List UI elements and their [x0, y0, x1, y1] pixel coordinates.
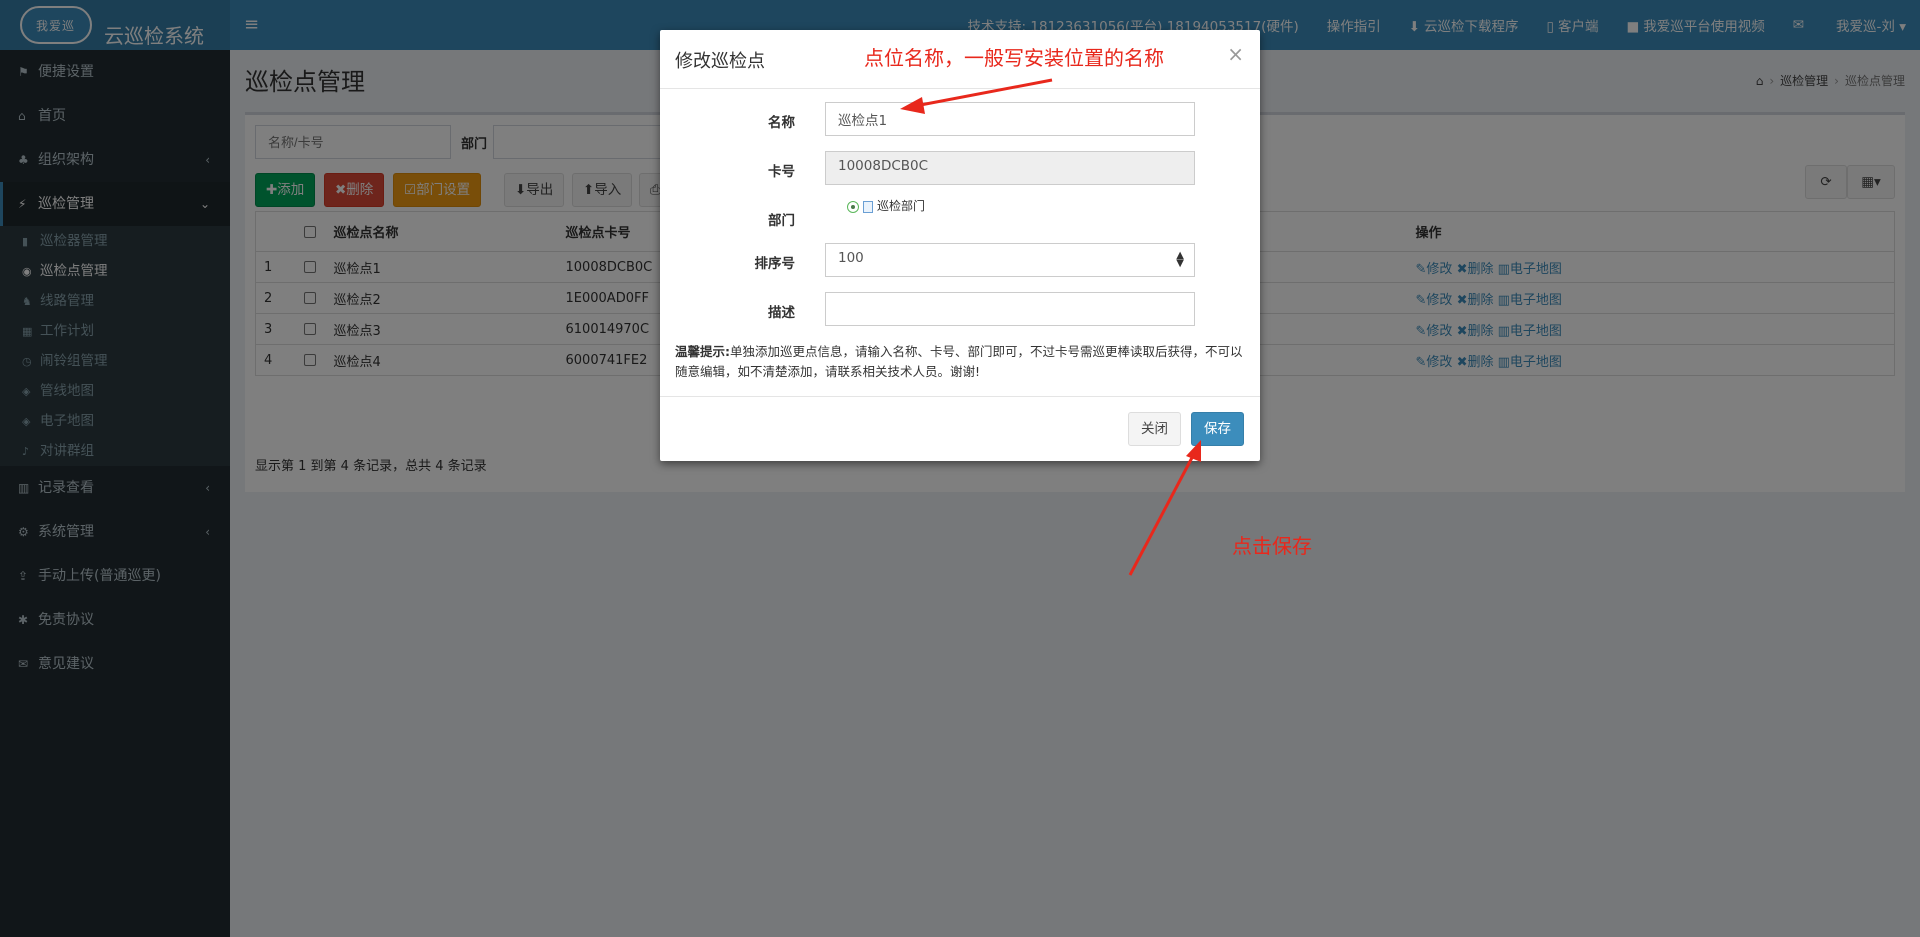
name-input[interactable]: 巡检点1	[825, 102, 1195, 136]
order-row: 排序号 100 ▲ ▼	[660, 243, 1260, 277]
dept-label: 部门	[768, 213, 795, 229]
close-button[interactable]: 关闭	[1128, 412, 1181, 446]
order-label: 排序号	[754, 256, 796, 272]
save-button[interactable]: 保存	[1191, 412, 1244, 446]
warm-tip: 温馨提示:单独添加巡更点信息，请输入名称、卡号、部门即可，不过卡号需巡更棒读取后…	[675, 342, 1245, 382]
modal-footer: 关闭 保存	[660, 396, 1260, 461]
name-row: 名称 巡检点1	[660, 102, 1260, 136]
annotation-save-hint: 点击保存	[1232, 534, 1312, 558]
card-label: 卡号	[768, 164, 795, 180]
card-input[interactable]: 10008DCB0C	[825, 151, 1195, 185]
edit-point-modal: 修改巡检点 × 名称 巡检点1 卡号 10008DCB0C 部门 巡检部门 排序…	[660, 30, 1260, 461]
dept-row: 部门 巡检部门	[660, 197, 1260, 234]
order-value: 100	[838, 250, 864, 266]
annotation-name-hint: 点位名称，一般写安装位置的名称	[864, 46, 1164, 70]
tip-title: 温馨提示:	[675, 344, 730, 359]
order-input[interactable]: 100 ▲ ▼	[825, 243, 1195, 277]
dept-tree-node-label[interactable]: 巡检部门	[877, 199, 925, 213]
close-icon[interactable]: ×	[1227, 42, 1244, 66]
tip-text: 单独添加巡更点信息，请输入名称、卡号、部门即可，不过卡号需巡更棒读取后获得，不可…	[675, 344, 1243, 379]
spinner-icon[interactable]: ▲ ▼	[1176, 251, 1184, 269]
dept-tree[interactable]: 巡检部门	[847, 197, 925, 214]
modal-title: 修改巡检点	[675, 51, 765, 72]
desc-row: 描述	[660, 292, 1260, 326]
name-label: 名称	[768, 115, 795, 131]
card-row: 卡号 10008DCB0C	[660, 151, 1260, 185]
radio-selected-icon[interactable]	[847, 200, 859, 213]
desc-label: 描述	[768, 305, 795, 321]
desc-input[interactable]	[825, 292, 1195, 326]
file-icon	[863, 200, 873, 213]
